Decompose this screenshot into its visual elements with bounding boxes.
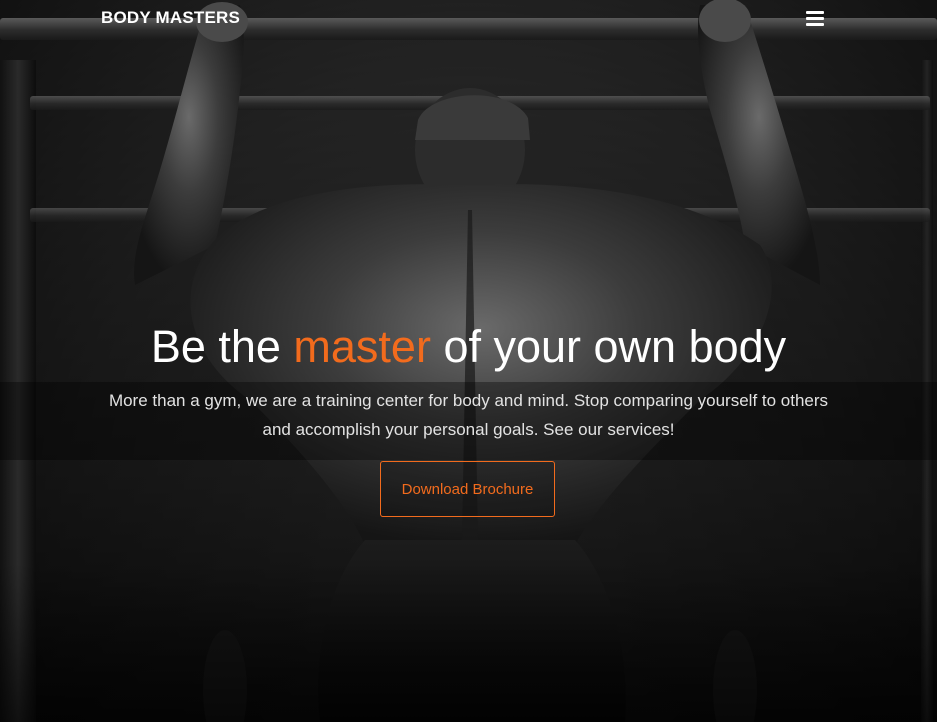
hamburger-menu-icon[interactable] — [806, 11, 824, 26]
hero-subtext: More than a gym, we are a training cente… — [108, 391, 829, 439]
brand-logo[interactable]: BODY MASTERS — [101, 8, 240, 28]
headline-accent-word: master — [293, 321, 431, 372]
hero-headline: Be the master of your own body — [0, 318, 937, 376]
menu-line — [806, 23, 824, 26]
menu-line — [806, 11, 824, 14]
headline-text-start: Be the — [150, 321, 294, 372]
headline-text-end: of your own body — [430, 321, 787, 372]
floor-shadow — [0, 562, 937, 722]
download-brochure-button[interactable]: Download Brochure — [380, 461, 555, 517]
menu-line — [806, 17, 824, 20]
hero-section: BODY MASTERS Be the master of your own b… — [0, 0, 937, 722]
